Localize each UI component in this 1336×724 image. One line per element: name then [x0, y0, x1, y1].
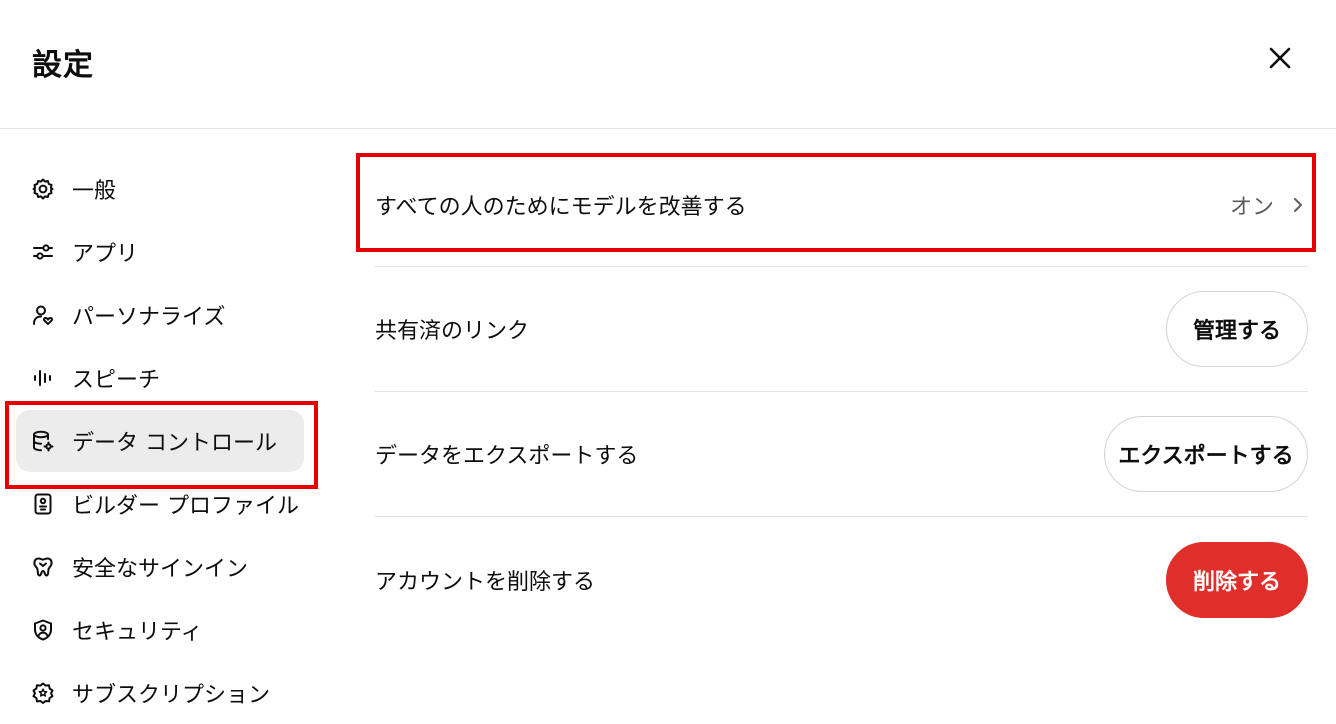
sidebar-item-label: ビルダー プロファイル	[72, 494, 299, 519]
sidebar-item-apps[interactable]: アプリ	[16, 221, 304, 283]
chevron-right-icon	[1294, 197, 1302, 212]
sidebar-item-label: データ コントロール	[72, 431, 277, 456]
settings-header: 設定	[0, 0, 1336, 129]
database-gear-icon	[30, 428, 56, 454]
settings-sidebar: 一般 アプリ パーソナライズ スピーチ データ コントロール ビルダー プロファ…	[0, 129, 330, 723]
improve-model-status[interactable]: オン	[1230, 189, 1308, 221]
sidebar-item-subscription[interactable]: サブスクリプション	[16, 662, 304, 724]
row-label: すべての人のためにモデルを改善する	[375, 194, 747, 220]
improve-model-row[interactable]: すべての人のためにモデルを改善する オン	[375, 143, 1308, 267]
delete-account-button[interactable]: 削除する	[1166, 541, 1308, 618]
data-controls-panel: すべての人のためにモデルを改善する オン 共有済のリンク 管理する データをエク…	[375, 129, 1308, 723]
close-button[interactable]	[1260, 38, 1300, 78]
waveform-icon	[30, 365, 56, 391]
export-data-row: データをエクスポートする エクスポートする	[375, 392, 1308, 517]
page-title: 設定	[32, 48, 94, 83]
passkey-icon	[30, 554, 56, 580]
close-icon	[1269, 47, 1291, 69]
gear-icon	[30, 176, 56, 202]
sidebar-item-builder-profile[interactable]: ビルダー プロファイル	[16, 473, 304, 535]
sidebar-item-data-controls[interactable]: データ コントロール	[16, 410, 304, 472]
sliders-icon	[30, 239, 56, 265]
delete-account-row: アカウントを削除する 削除する	[375, 517, 1308, 642]
sidebar-item-label: セキュリティ	[72, 620, 203, 645]
sidebar-item-label: 安全なサインイン	[72, 557, 249, 582]
sidebar-item-secure-signin[interactable]: 安全なサインイン	[16, 536, 304, 598]
id-card-icon	[30, 491, 56, 517]
shared-links-row: 共有済のリンク 管理する	[375, 267, 1308, 392]
sidebar-item-general[interactable]: 一般	[16, 158, 304, 220]
sidebar-item-label: アプリ	[72, 242, 139, 267]
sidebar-item-label: 一般	[72, 179, 117, 204]
manage-shared-links-button[interactable]: 管理する	[1166, 291, 1308, 367]
badge-star-icon	[30, 680, 56, 706]
shield-user-icon	[30, 617, 56, 643]
person-heart-icon	[30, 302, 56, 328]
sidebar-item-label: パーソナライズ	[72, 305, 226, 330]
row-label: アカウントを削除する	[375, 569, 596, 595]
export-data-button[interactable]: エクスポートする	[1104, 416, 1308, 492]
sidebar-item-speech[interactable]: スピーチ	[16, 347, 304, 409]
sidebar-item-label: スピーチ	[72, 368, 161, 393]
sidebar-item-label: サブスクリプション	[72, 683, 271, 708]
row-label: データをエクスポートする	[375, 444, 639, 469]
status-value: オン	[1229, 194, 1274, 220]
row-label: 共有済のリンク	[375, 319, 530, 344]
sidebar-item-security[interactable]: セキュリティ	[16, 599, 304, 661]
sidebar-item-personalize[interactable]: パーソナライズ	[16, 284, 304, 346]
